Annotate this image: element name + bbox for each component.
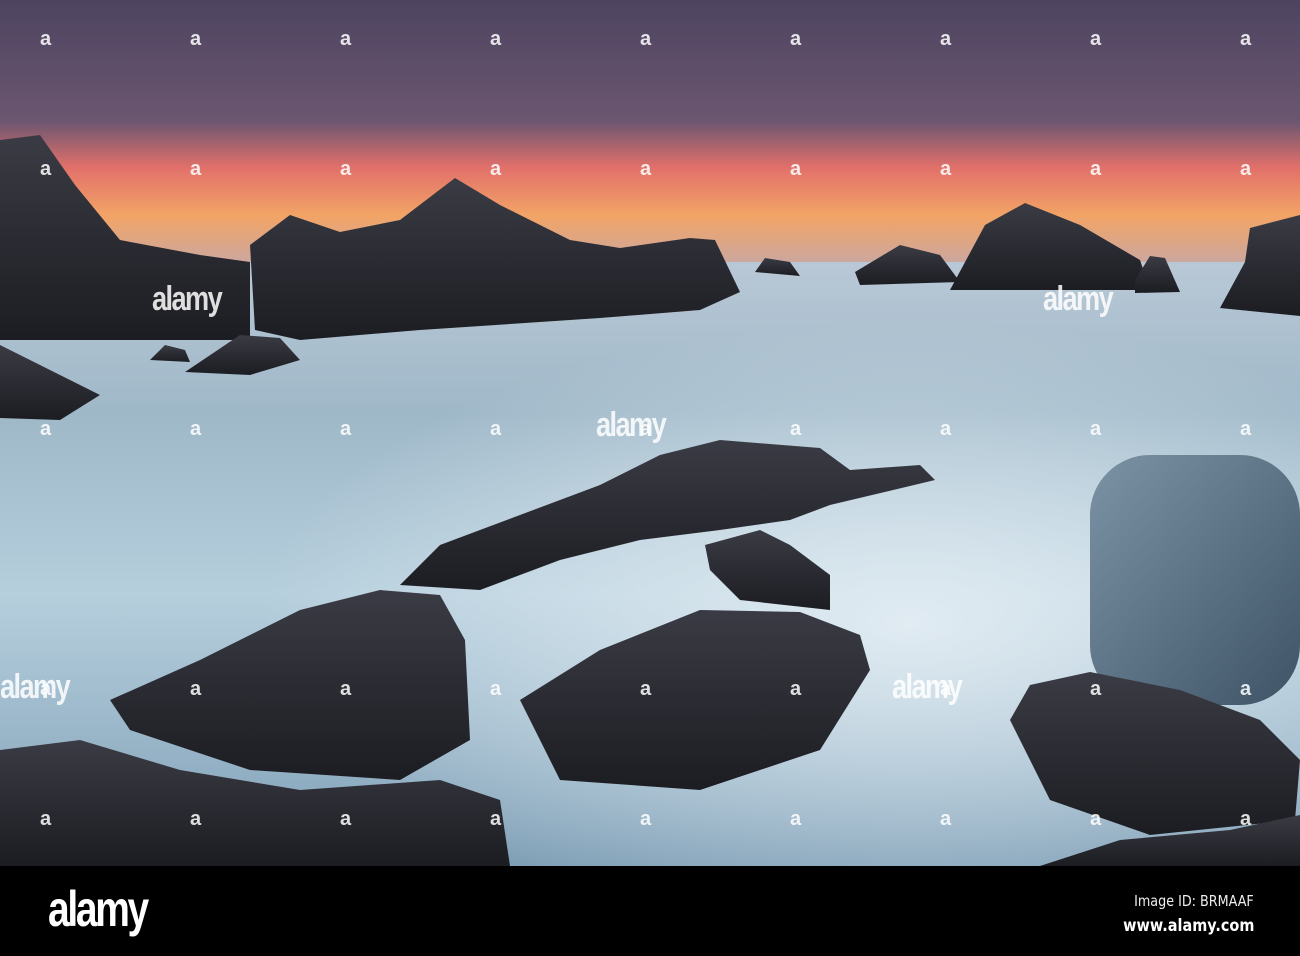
watermark-mark: a [1090, 678, 1102, 700]
footer-bar: alamy Image ID: BRMAAF www.alamy.com [0, 866, 1300, 956]
watermark-mark: a [1240, 158, 1252, 180]
watermark-mark: a [190, 158, 202, 180]
watermark-mark: a [40, 158, 52, 180]
watermark-mark: a [640, 678, 652, 700]
watermark-mark: a [1240, 678, 1252, 700]
watermark-mark: a [790, 418, 802, 440]
watermark-mark: a [1090, 158, 1102, 180]
watermark-mark: a [190, 678, 202, 700]
watermark-mark: a [940, 418, 952, 440]
watermark-mark: a [190, 808, 202, 830]
watermark-mark: a [490, 28, 502, 50]
watermark-mark: a [340, 158, 352, 180]
watermark-mark: a [40, 678, 52, 700]
watermark-mark: a [490, 418, 502, 440]
watermark-mark: a [940, 678, 952, 700]
watermark-mark: a [40, 418, 52, 440]
watermark-mark: a [640, 418, 652, 440]
watermark-mark: a [640, 158, 652, 180]
site-url[interactable]: www.alamy.com [1123, 916, 1254, 936]
watermark-mark: a [940, 808, 952, 830]
watermark-mark: a [40, 28, 52, 50]
watermark-mark: a [490, 808, 502, 830]
watermark-mark: a [790, 678, 802, 700]
image-id: Image ID: BRMAAF [1134, 892, 1254, 910]
watermark-mark: a [1240, 28, 1252, 50]
watermark-logo: alamy [152, 280, 223, 318]
watermark-logo: alamy [1043, 280, 1114, 318]
watermark-mark: a [940, 158, 952, 180]
watermark-mark: a [1240, 808, 1252, 830]
alamy-logo[interactable]: alamy [48, 880, 149, 938]
watermark-logo: alamy [0, 668, 71, 706]
watermark-mark: a [940, 28, 952, 50]
watermark-mark: a [1090, 28, 1102, 50]
watermark-logo: alamy [596, 406, 667, 444]
watermark-mark: a [1090, 808, 1102, 830]
watermark-mark: a [190, 28, 202, 50]
rock-slab-right [1090, 455, 1300, 705]
watermark-mark: a [640, 808, 652, 830]
watermark-mark: a [790, 28, 802, 50]
watermark-mark: a [490, 158, 502, 180]
watermark-mark: a [490, 678, 502, 700]
watermark-mark: a [340, 28, 352, 50]
watermark-mark: a [790, 808, 802, 830]
watermark-mark: a [340, 678, 352, 700]
watermark-mark: a [640, 28, 652, 50]
watermark-mark: a [1090, 418, 1102, 440]
watermark-mark: a [790, 158, 802, 180]
watermark-mark: a [1240, 418, 1252, 440]
watermark-mark: a [340, 808, 352, 830]
watermark-mark: a [340, 418, 352, 440]
watermark-mark: a [190, 418, 202, 440]
watermark-mark: a [40, 808, 52, 830]
